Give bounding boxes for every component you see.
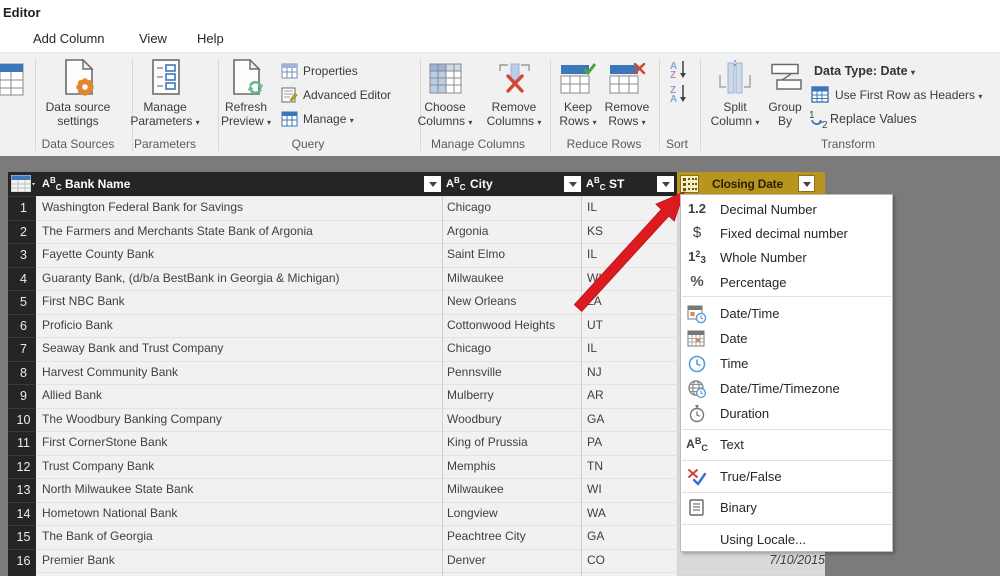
svg-text:2: 2 <box>822 120 828 129</box>
svg-text:Z: Z <box>670 70 676 81</box>
svg-text:1: 1 <box>809 110 815 121</box>
svg-text:A: A <box>670 94 677 105</box>
